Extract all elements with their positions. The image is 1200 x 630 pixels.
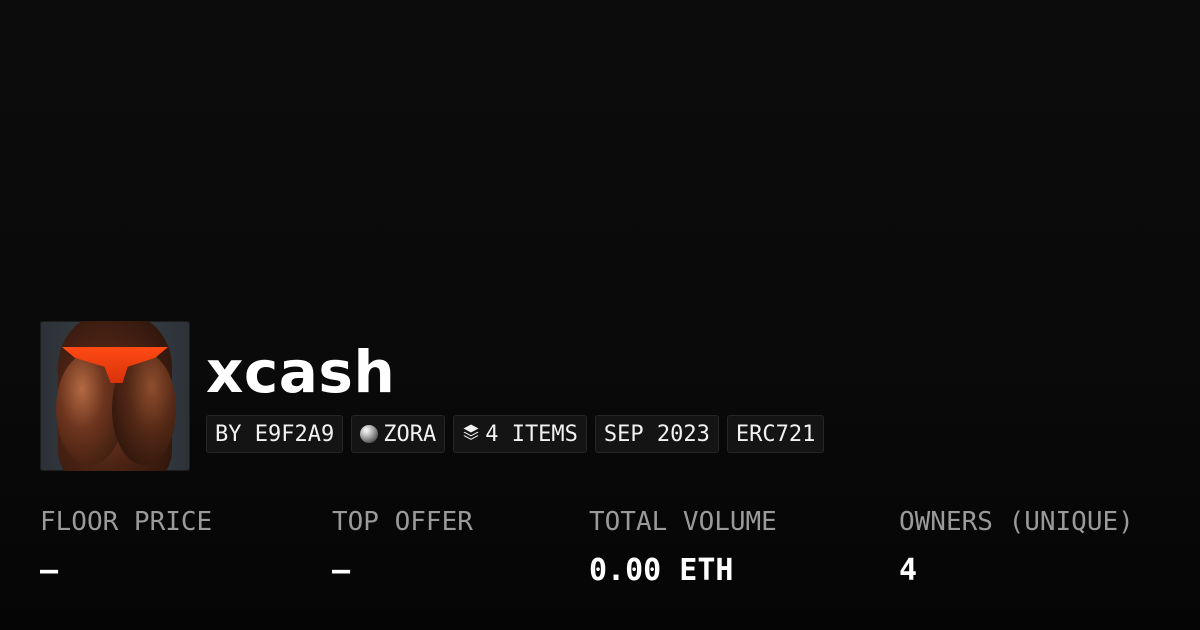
collection-stats: FLOOR PRICE — TOP OFFER — TOTAL VOLUME 0…: [40, 500, 1180, 600]
owners-stat: OWNERS (UNIQUE) 4: [899, 500, 1134, 598]
owners-label: OWNERS (UNIQUE): [899, 507, 1134, 537]
items-label: 4 ITEMS: [485, 421, 578, 447]
total-volume-label: TOTAL VOLUME: [589, 507, 777, 537]
chain-tag[interactable]: ZORA: [351, 415, 446, 453]
creator-tag[interactable]: BY E9F2A9: [206, 415, 344, 453]
top-offer-stat: TOP OFFER —: [332, 500, 473, 598]
floor-price-stat: FLOOR PRICE —: [40, 500, 212, 598]
collection-title: xcash: [206, 338, 396, 406]
chain-label: ZORA: [383, 421, 437, 447]
standard-tag: ERC721: [726, 415, 825, 453]
creator-label: BY E9F2A9: [215, 421, 335, 447]
standard-label: ERC721: [735, 421, 816, 447]
total-volume-value: 0.00 ETH: [589, 553, 734, 588]
top-offer-value: —: [332, 553, 351, 588]
layers-icon: [462, 422, 480, 447]
collection-avatar: [40, 321, 190, 471]
date-tag: SEP 2023: [594, 415, 719, 453]
collection-share-card: xcash BY E9F2A9 ZORA 4 ITEMS SEP 2023 ER…: [0, 0, 1200, 630]
owners-value: 4: [899, 553, 918, 588]
items-tag[interactable]: 4 ITEMS: [453, 415, 587, 453]
zora-orb-icon: [360, 425, 379, 443]
top-offer-label: TOP OFFER: [332, 507, 473, 537]
floor-price-label: FLOOR PRICE: [40, 507, 213, 537]
total-volume-stat: TOTAL VOLUME 0.00 ETH: [589, 500, 777, 598]
date-label: SEP 2023: [603, 421, 710, 447]
collection-tags: BY E9F2A9 ZORA 4 ITEMS SEP 2023 ERC721: [206, 415, 825, 453]
floor-price-value: —: [40, 553, 59, 588]
